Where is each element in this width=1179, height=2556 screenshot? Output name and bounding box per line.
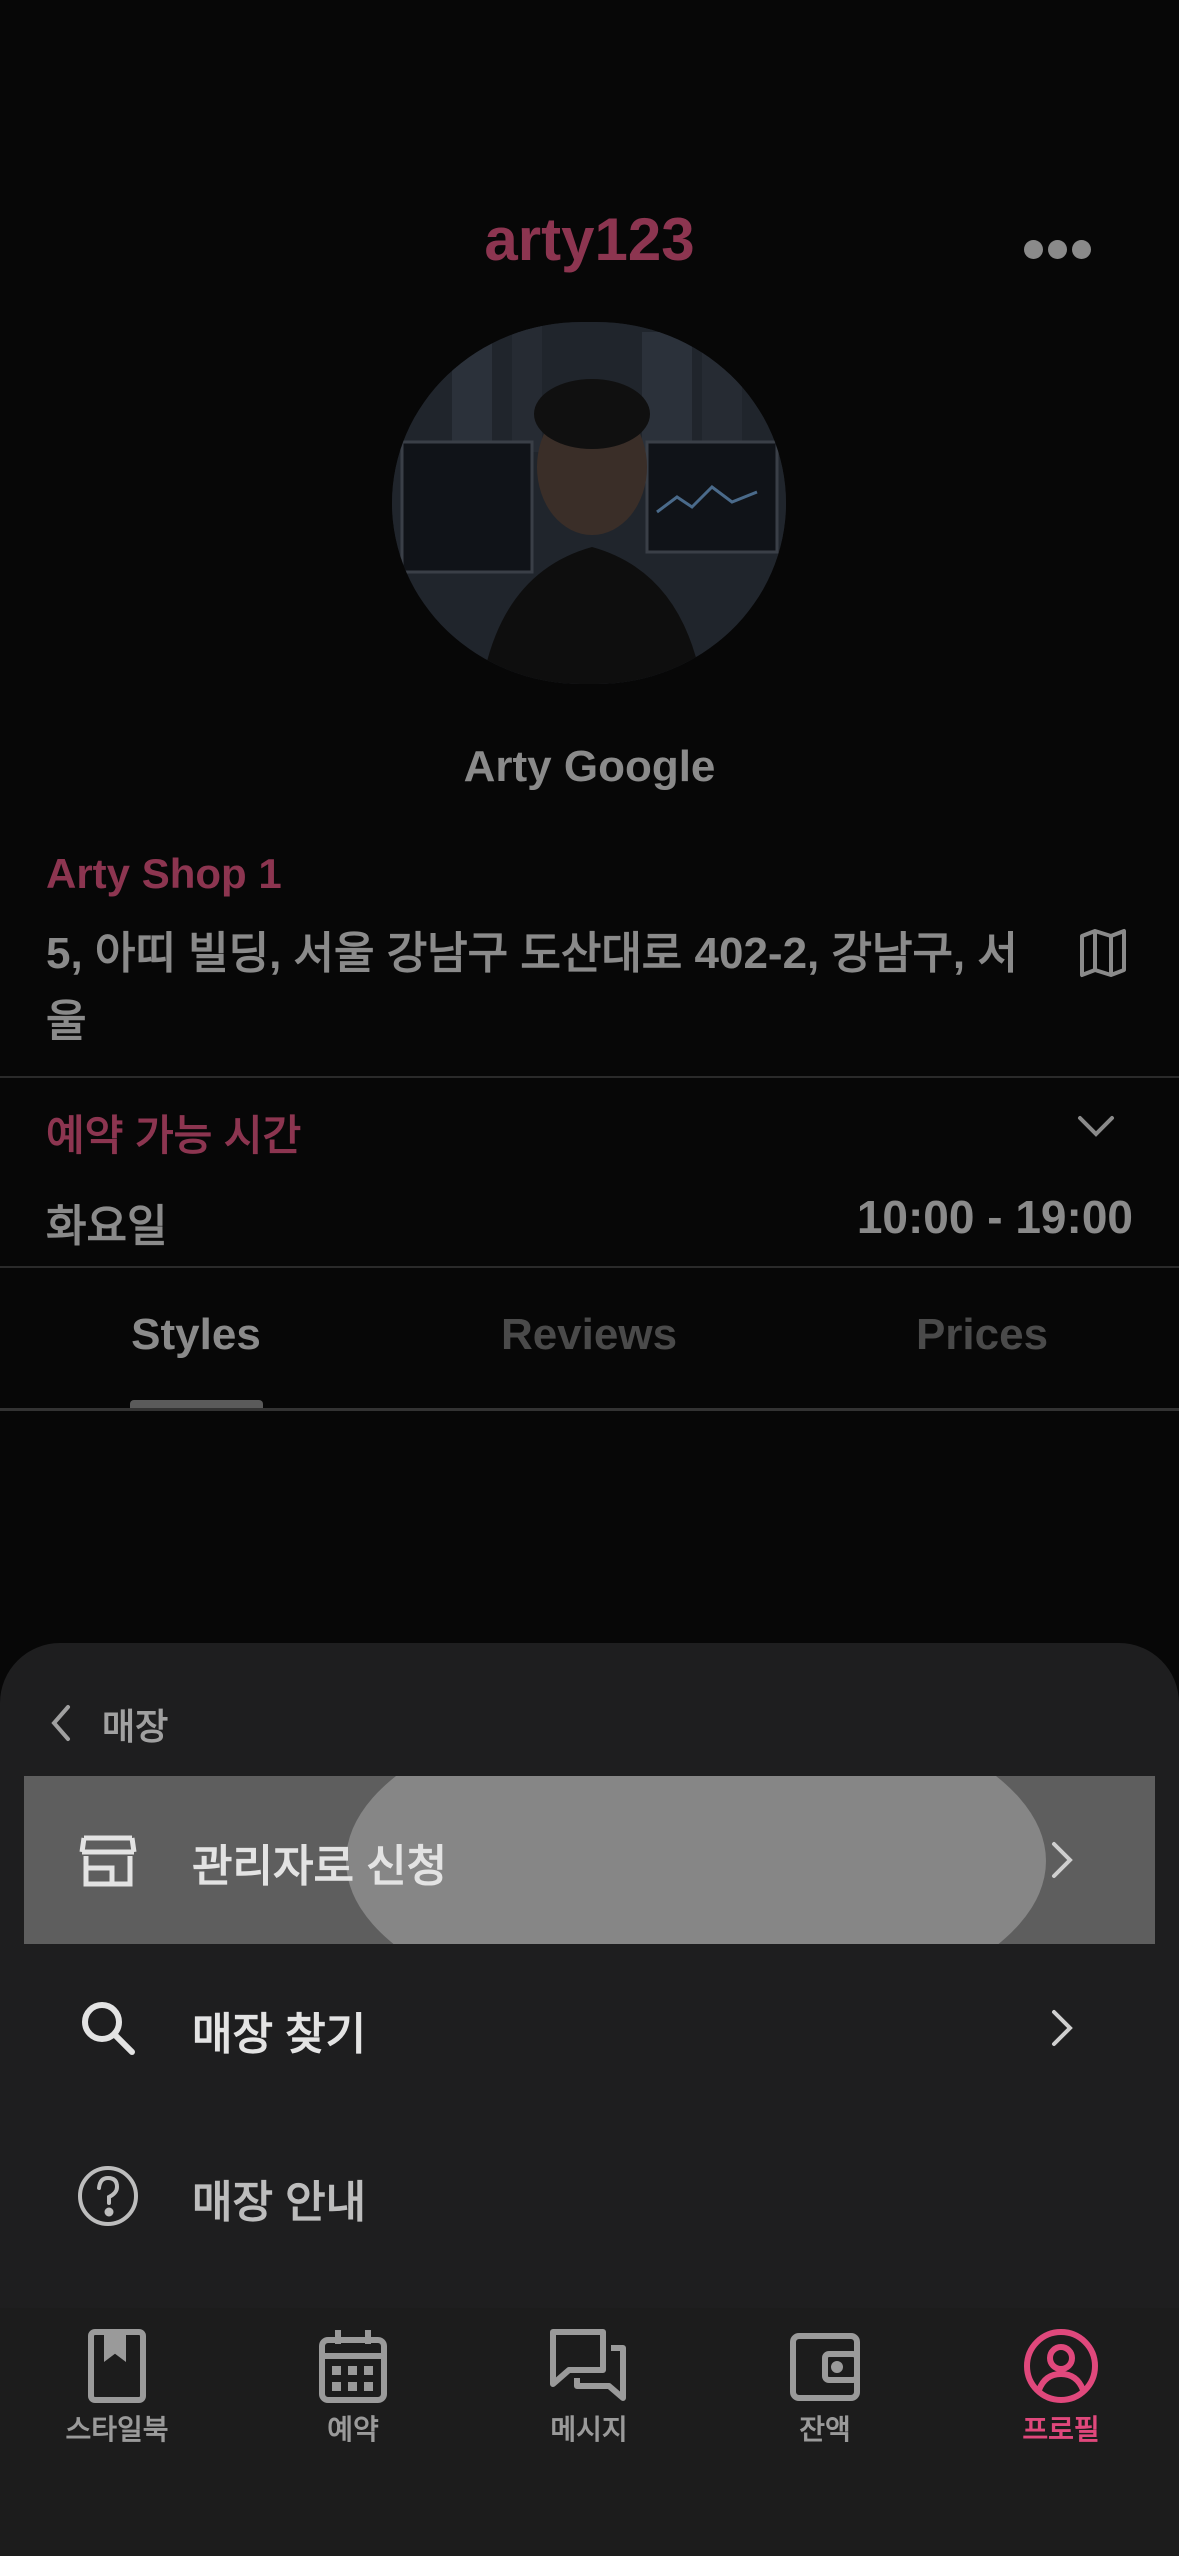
display-name: Arty Google — [463, 742, 716, 791]
search-icon — [76, 1996, 140, 2060]
calendar-icon — [319, 2330, 387, 2403]
tab-prices[interactable]: Prices — [852, 1310, 1112, 1360]
availability-day: 화요일 — [46, 1202, 168, 1251]
back-icon[interactable] — [46, 1703, 76, 1743]
tab-indicator — [130, 1400, 263, 1408]
store-icon — [76, 1828, 140, 1892]
tabs-divider — [0, 1408, 1179, 1411]
nav-label: 스타일북 — [65, 2414, 169, 2445]
ripple-effect — [346, 1776, 1046, 1944]
menu-item-label: 매장 안내 — [192, 2178, 367, 2227]
nav-label: 프로필 — [1022, 2414, 1100, 2445]
apply-as-admin-item[interactable]: 관리자로 신청 — [24, 1776, 1155, 1944]
divider — [0, 1266, 1179, 1268]
find-store-item[interactable]: 매장 찾기 — [24, 1944, 1155, 2112]
nav-label: 예약 — [327, 2414, 379, 2445]
sheet-title: 매장 — [102, 1706, 169, 1747]
menu-item-label: 매장 찾기 — [192, 2010, 367, 2059]
avatar — [392, 322, 786, 684]
availability-title: 예약 가능 시간 — [46, 1112, 302, 1159]
page-title-username: arty123 — [484, 206, 695, 273]
nav-balance[interactable]: 잔액 — [730, 2328, 920, 2448]
nav-stylebook[interactable]: 스타일북 — [22, 2328, 212, 2448]
nav-reservation[interactable]: 예약 — [258, 2328, 448, 2448]
nav-profile[interactable]: 프로필 — [966, 2328, 1156, 2448]
store-info-item[interactable]: 매장 안내 — [24, 2112, 1155, 2280]
more-options-icon[interactable] — [1018, 232, 1098, 266]
nav-label: 메시지 — [550, 2414, 628, 2445]
shop-address: 5, 아띠 빌딩, 서울 강남구 도산대로 402-2, 강남구, 서울 — [46, 929, 1018, 1046]
chevron-right-icon — [1046, 2006, 1076, 2050]
menu-item-label: 관리자로 신청 — [192, 1842, 448, 1891]
chevron-down-icon[interactable] — [1076, 1112, 1116, 1142]
tab-styles[interactable]: Styles — [66, 1310, 326, 1360]
chevron-right-icon — [1046, 1838, 1076, 1882]
help-circle-icon — [76, 2164, 140, 2228]
book-icon — [88, 2329, 146, 2403]
wallet-icon — [790, 2333, 860, 2401]
nav-messages[interactable]: 메시지 — [494, 2328, 684, 2448]
availability-hours: 10:00 - 19:00 — [856, 1191, 1133, 1243]
nav-label: 잔액 — [799, 2414, 851, 2445]
tab-reviews[interactable]: Reviews — [459, 1310, 719, 1360]
map-icon[interactable] — [1078, 928, 1128, 978]
divider — [0, 1076, 1179, 1078]
profile-icon — [1024, 2329, 1098, 2403]
shop-name[interactable]: Arty Shop 1 — [46, 850, 282, 898]
bottom-nav: 스타일북 예약 메시지 잔액 프로필 — [0, 2308, 1179, 2556]
chat-icon — [550, 2329, 626, 2401]
